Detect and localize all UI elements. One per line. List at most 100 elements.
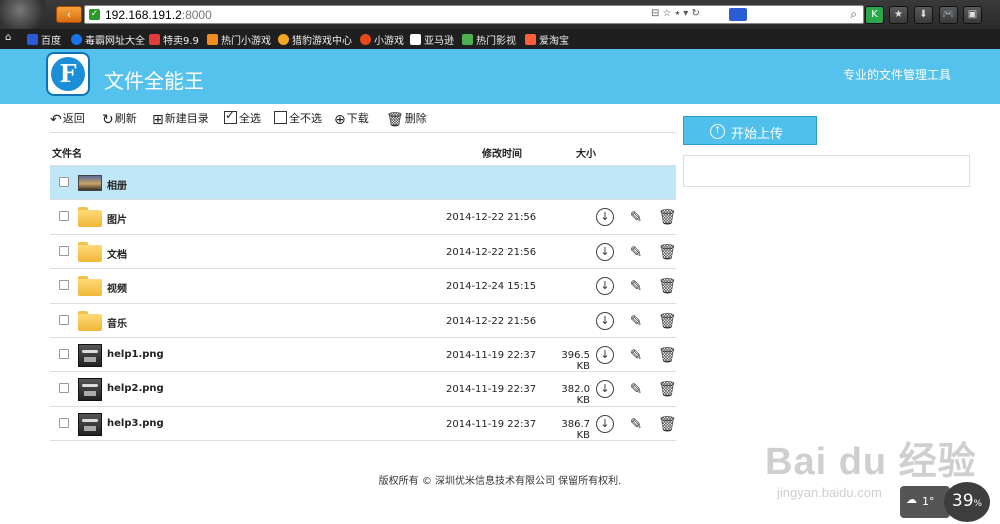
row-checkbox[interactable]: [59, 417, 69, 428]
file-name[interactable]: 视频: [107, 280, 127, 295]
row-checkbox[interactable]: [59, 314, 69, 325]
col-modified-header[interactable]: 修改时间: [482, 145, 522, 160]
col-name-header[interactable]: 文件名: [52, 145, 82, 160]
table-row[interactable]: 相册: [50, 166, 676, 201]
download-icon[interactable]: ↓: [596, 345, 614, 364]
image-thumbnail: [78, 343, 102, 367]
gamepad-icon[interactable]: 🎮: [939, 6, 958, 24]
browser-logo-icon[interactable]: [0, 0, 46, 29]
table-row[interactable]: 视频 2014-12-24 15:15 ↓ ✎ 🗑: [50, 269, 677, 304]
row-checkbox[interactable]: [59, 280, 69, 291]
bookmark-icon: [207, 34, 218, 45]
back-action-button[interactable]: ↶返回: [50, 110, 85, 128]
file-name[interactable]: 图片: [107, 211, 127, 226]
bookmark-item[interactable]: 特卖9.9: [149, 32, 199, 47]
amazon-icon: [410, 34, 421, 45]
edit-icon[interactable]: ✎: [627, 243, 645, 261]
table-row[interactable]: help1.png 2014-11-19 22:37 396.5 KB ↓ ✎ …: [50, 338, 677, 373]
trash-icon[interactable]: 🗑: [658, 312, 677, 330]
trash-icon[interactable]: 🗑: [658, 415, 677, 433]
select-none-button[interactable]: 全不选: [274, 110, 322, 126]
file-name[interactable]: 相册: [107, 177, 127, 192]
download-button[interactable]: ⊕下载: [334, 110, 369, 128]
table-header: 文件名 修改时间 大小: [50, 132, 676, 166]
url-text[interactable]: 192.168.191.2:8000: [105, 8, 212, 22]
bookmark-item[interactable]: 爱淘宝: [525, 32, 569, 47]
trash-icon[interactable]: 🗑: [658, 208, 677, 226]
bookmark-icon: [27, 34, 38, 45]
window-icon[interactable]: ▣: [963, 6, 982, 24]
folder-icon: [78, 241, 102, 262]
file-modified: 2014-12-22 21:56: [446, 246, 537, 258]
select-all-button[interactable]: ✓ 全选: [224, 108, 261, 126]
folder-icon: [78, 310, 102, 331]
weather-widget[interactable]: ☁ 1°: [900, 486, 950, 518]
row-checkbox[interactable]: [59, 177, 69, 187]
trash-icon[interactable]: 🗑: [658, 243, 677, 261]
trash-icon: 🗑: [386, 112, 404, 128]
table-row[interactable]: 图片 2014-12-22 21:56 ↓ ✎ 🗑: [50, 200, 677, 235]
download-icon[interactable]: ↓: [596, 311, 614, 330]
trash-icon[interactable]: 🗑: [658, 380, 677, 398]
download-icon[interactable]: ↓: [596, 414, 614, 433]
image-thumbnail: [78, 378, 102, 402]
delete-button[interactable]: 🗑删除: [386, 110, 427, 128]
file-modified: 2014-12-22 21:56: [446, 212, 537, 224]
row-checkbox[interactable]: [59, 348, 69, 359]
download-icon[interactable]: ↓: [596, 380, 614, 399]
progress-badge[interactable]: 39%: [944, 482, 990, 522]
bookmark-item[interactable]: 毒霸网址大全: [71, 32, 145, 47]
back-button[interactable]: ‹: [56, 6, 82, 23]
table-row[interactable]: 音乐 2014-12-22 21:56 ↓ ✎ 🗑: [50, 303, 677, 338]
trash-icon[interactable]: 🗑: [658, 277, 677, 295]
undo-icon: ↶: [50, 112, 62, 128]
file-modified: 2014-12-24 15:15: [446, 281, 537, 293]
address-bar[interactable]: ✓ 192.168.191.2:8000 ⊟ ☆ ⭑ ▾ ↻ 🐾 ⌕: [84, 5, 864, 24]
refresh-button[interactable]: ↻刷新: [102, 110, 137, 128]
file-name[interactable]: help2.png: [107, 383, 164, 394]
start-upload-button[interactable]: ↑ 开始上传: [683, 116, 817, 145]
edit-icon[interactable]: ✎: [627, 208, 645, 226]
search-icon[interactable]: ⌕: [850, 7, 857, 22]
edit-icon[interactable]: ✎: [627, 312, 645, 330]
paw-icon[interactable]: 🐾: [729, 8, 747, 21]
bookmark-item[interactable]: 热门小游戏: [207, 32, 271, 47]
bookmark-item[interactable]: 猎豹游戏中心: [278, 32, 352, 47]
upload-arrow-icon: ↑: [710, 124, 725, 139]
file-name[interactable]: 音乐: [107, 315, 127, 330]
bookmark-item[interactable]: 小游戏: [360, 32, 404, 47]
download-icon[interactable]: ↓: [596, 208, 614, 227]
k-icon[interactable]: K: [865, 6, 884, 24]
edit-icon[interactable]: ✎: [627, 415, 645, 433]
star-icon[interactable]: ★: [889, 6, 908, 24]
table-row[interactable]: help2.png 2014-11-19 22:37 382.0 KB ↓ ✎ …: [50, 372, 677, 407]
download-icon[interactable]: ⬇: [914, 6, 933, 24]
bookmark-item[interactable]: 亚马逊: [410, 32, 454, 47]
row-checkbox[interactable]: [59, 383, 69, 394]
file-name[interactable]: help1.png: [107, 349, 164, 360]
bookmark-item[interactable]: 热门影视: [462, 32, 516, 47]
table-row[interactable]: 文档 2014-12-22 21:56 ↓ ✎ 🗑: [50, 234, 677, 270]
edit-icon[interactable]: ✎: [627, 346, 645, 364]
file-name[interactable]: help3.png: [107, 418, 164, 429]
row-checkbox[interactable]: [59, 245, 69, 256]
folder-icon: [78, 207, 102, 228]
file-size: 396.5 KB: [561, 349, 590, 372]
bookmark-item[interactable]: 百度: [27, 32, 61, 47]
download-icon[interactable]: ↓: [596, 277, 614, 296]
trash-icon[interactable]: 🗑: [658, 346, 677, 364]
download-icon[interactable]: ↓: [596, 242, 614, 261]
row-checkbox[interactable]: [59, 211, 69, 222]
app-title: 文件全能王: [104, 69, 204, 93]
new-folder-icon: ⊞: [152, 112, 164, 128]
edit-icon[interactable]: ✎: [627, 380, 645, 398]
table-row[interactable]: help3.png 2014-11-19 22:37 386.7 KB ↓ ✎ …: [50, 407, 677, 442]
address-bar-icons[interactable]: ⊟ ☆ ⭑ ▾ ↻: [651, 8, 700, 19]
home-icon[interactable]: ⌂: [5, 32, 11, 43]
col-size-header[interactable]: 大小: [576, 145, 596, 160]
file-name[interactable]: 文档: [107, 246, 127, 261]
new-dir-button[interactable]: ⊞新建目录: [152, 110, 209, 128]
bookmark-icon: [71, 34, 82, 45]
edit-icon[interactable]: ✎: [627, 277, 645, 295]
bookmark-icon: [278, 34, 289, 45]
